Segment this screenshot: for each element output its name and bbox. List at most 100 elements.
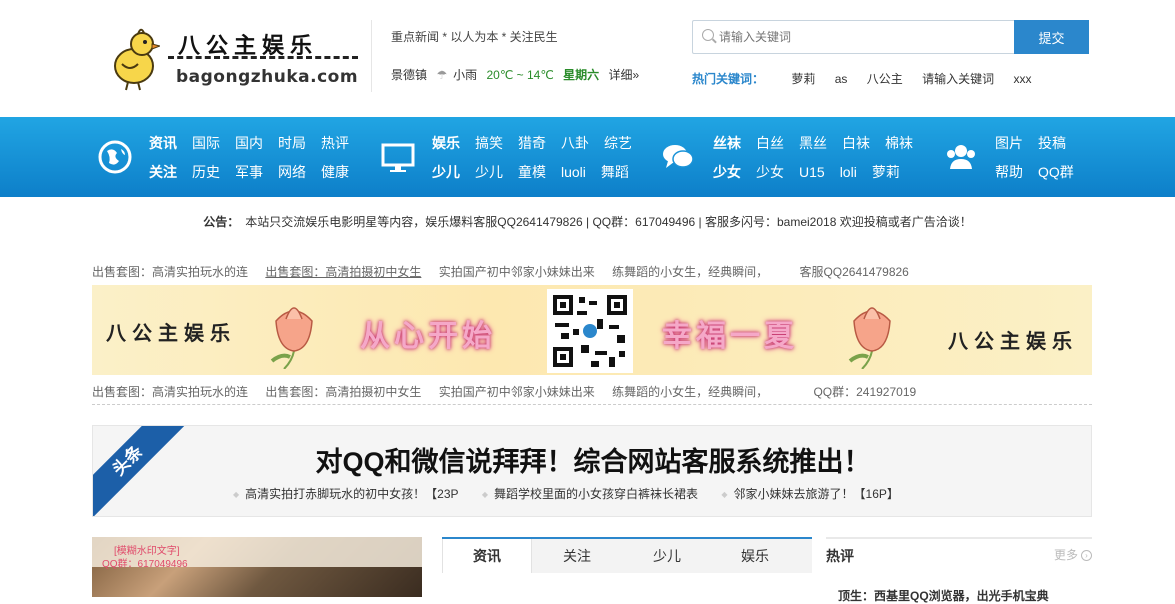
headline-title[interactable]: 对QQ和微信说拜拜！综合网站客服系统推出！ [93,440,1091,479]
nav-link[interactable]: 舞蹈 [601,162,629,182]
tab-entertainment[interactable]: 娱乐 [710,539,800,573]
hot-more-link[interactable]: 更多 › [1054,546,1092,563]
site-logo[interactable]: 八公主娱乐 bagongzhuka.com [108,26,366,92]
nav-link[interactable]: 投稿 [1038,133,1066,153]
nav-link[interactable]: 时局 [278,133,306,153]
users-icon [947,145,975,169]
search-input[interactable] [719,21,1009,53]
nav-link[interactable]: 八卦 [561,133,589,153]
nav-link[interactable]: 网络 [278,162,306,182]
notice-label: 公告： [203,215,240,229]
arrow-right-icon: › [1081,550,1092,562]
nav-link[interactable]: 历史 [192,162,220,182]
photo-caption-2: QQ群：617049496 [102,559,188,570]
nav-link[interactable]: 少女 [756,162,784,182]
nav-link[interactable]: 综艺 [604,133,632,153]
site-notice: 公告： 本站只交流娱乐电影明星等内容，娱乐爆料客服QQ2641479826 | Q… [0,213,1175,230]
nav-link[interactable]: 热评 [321,133,349,153]
weather-day: 星期六 [563,68,600,82]
dashed-divider [92,404,1092,405]
hot-keyword[interactable]: 请输入关键词 [922,72,994,86]
hot-keyword[interactable]: xxx [1013,72,1031,86]
notice-text: 本站只交流娱乐电影明星等内容，娱乐爆料客服QQ2641479826 | QQ群：… [245,215,972,229]
banner-brand-left: 八公主娱乐 [106,321,236,345]
nav-link[interactable]: 棉袜 [885,133,913,153]
headline-box: 头条 对QQ和微信说拜拜！综合网站客服系统推出！ 高清实拍打赤脚玩水的初中女孩！… [92,425,1092,517]
hot-more-label: 更多 [1053,548,1078,562]
hot-keyword[interactable]: 八公主 [867,72,903,86]
nav-link[interactable]: 少女 [713,162,741,182]
featured-photo[interactable]: [模糊水印文字] QQ群：617049496 [92,537,422,597]
tab-news[interactable]: 资讯 [442,539,532,573]
nav-link[interactable]: 帮助 [995,162,1023,182]
promo-link-row-bottom: 出售套图：高清实拍玩水的连 出售套图：高清拍摄初中女生 实拍国产初中邻家小妹妹出… [92,383,1092,400]
nav-link[interactable]: U15 [799,164,825,180]
search-box [692,20,1015,54]
hot-keyword[interactable]: as [835,72,848,86]
headline-link[interactable]: 邻家小妹妹去旅游了！【16P】 [734,487,899,501]
nav-link[interactable]: luoli [561,164,586,180]
nav-link[interactable]: 国内 [235,133,263,153]
nav-link[interactable]: QQ群 [1038,162,1074,182]
nav-link[interactable]: 丝袜 [713,133,741,153]
monitor-icon [381,143,415,172]
promo-link[interactable]: 出售套图：高清实拍玩水的连 [92,265,248,279]
nav-link[interactable]: 童模 [518,162,546,182]
logo-divider [168,56,358,59]
hot-comment-item[interactable]: 顶生：西基里QQ浏览器，出光手机宝典 [838,587,1049,604]
hot-keywords: 热门关键词： 萝莉 as 八公主 请输入关键词 xxx [692,70,1047,87]
headline-link[interactable]: 高清实拍打赤脚玩水的初中女孩！【23P [245,487,458,501]
promo-link[interactable]: 客服QQ2641479826 [799,265,908,279]
chat-icon [663,145,694,168]
search-form: 提交 [692,20,1089,54]
nav-link[interactable]: 国际 [192,133,220,153]
site-tagline: 重点新闻 * 以人为本 * 关注民生 [391,30,558,44]
logo-domain: bagongzhuka.com [176,67,359,87]
qr-code-icon [547,289,633,373]
weather-city: 景德镇 [391,68,428,82]
banner-slogan-2: 幸福一夏 [662,319,798,354]
promo-link[interactable]: 出售套图：高清拍摄初中女生 [265,385,421,399]
flower-icon [270,307,313,369]
search-icon [702,29,714,41]
nav-link[interactable]: loli [840,164,857,180]
tab-kids[interactable]: 少儿 [622,539,712,573]
nav-link[interactable]: 关注 [149,162,177,182]
promo-link-row-top: 出售套图：高清实拍玩水的连 出售套图：高清拍摄初中女生 实拍国产初中邻家小妹妹出… [92,263,1092,280]
headline-links: 高清实拍打赤脚玩水的初中女孩！【23P 舞蹈学校里面的小女孩穿白裤袜长裙表 邻家… [233,485,919,502]
nav-link[interactable]: 白袜 [842,133,870,153]
headline-link[interactable]: 舞蹈学校里面的小女孩穿白裤袜长裙表 [494,487,698,501]
weather-more-link[interactable]: 详细» [609,68,640,82]
nav-link[interactable]: 黑丝 [799,133,827,153]
promo-link[interactable]: 实拍国产初中邻家小妹妹出来 [439,265,595,279]
main-nav: 资讯 国际 国内 时局 热评 关注 历史 军事 网络 健康 娱乐 搞笑 猎奇 八卦 综艺 少儿 少儿 童模 l… [0,117,1175,197]
nav-link[interactable]: 娱乐 [432,133,460,153]
nav-link[interactable]: 健康 [321,162,349,182]
header-divider [371,20,372,92]
nav-link[interactable]: 资讯 [149,133,177,153]
ad-banner[interactable]: 八公主娱乐 从心开始 幸福一夏 八公主娱乐 [92,285,1092,375]
nav-link[interactable]: 萝莉 [872,162,900,182]
nav-link[interactable]: 少儿 [432,162,460,182]
nav-link[interactable]: 军事 [235,162,263,182]
content-tabs: 资讯 关注 少儿 娱乐 [442,537,812,573]
nav-link[interactable]: 少儿 [475,162,503,182]
chick-mascot-icon [114,28,160,91]
search-submit-button[interactable]: 提交 [1014,20,1089,54]
promo-link[interactable]: 出售套图：高清拍摄初中女生 [265,265,421,279]
hot-keyword[interactable]: 萝莉 [791,72,815,86]
promo-link[interactable]: 练舞蹈的小女生，经典瞬间， [612,265,768,279]
promo-link[interactable]: 练舞蹈的小女生，经典瞬间， [612,385,768,399]
site-header: 八公主娱乐 bagongzhuka.com 重点新闻 * 以人为本 * 关注民生… [0,0,1175,117]
nav-link[interactable]: 搞笑 [475,133,503,153]
globe-icon [98,140,132,174]
flower-icon [848,307,891,369]
nav-link[interactable]: 图片 [995,133,1023,153]
tab-follow[interactable]: 关注 [532,539,622,573]
nav-link[interactable]: 猎奇 [518,133,546,153]
promo-link[interactable]: QQ群：241927019 [813,385,916,399]
promo-link[interactable]: 出售套图：高清实拍玩水的连 [92,385,248,399]
promo-link[interactable]: 实拍国产初中邻家小妹妹出来 [439,385,595,399]
nav-link[interactable]: 白丝 [756,133,784,153]
banner-slogan-1: 从心开始 [360,319,496,354]
